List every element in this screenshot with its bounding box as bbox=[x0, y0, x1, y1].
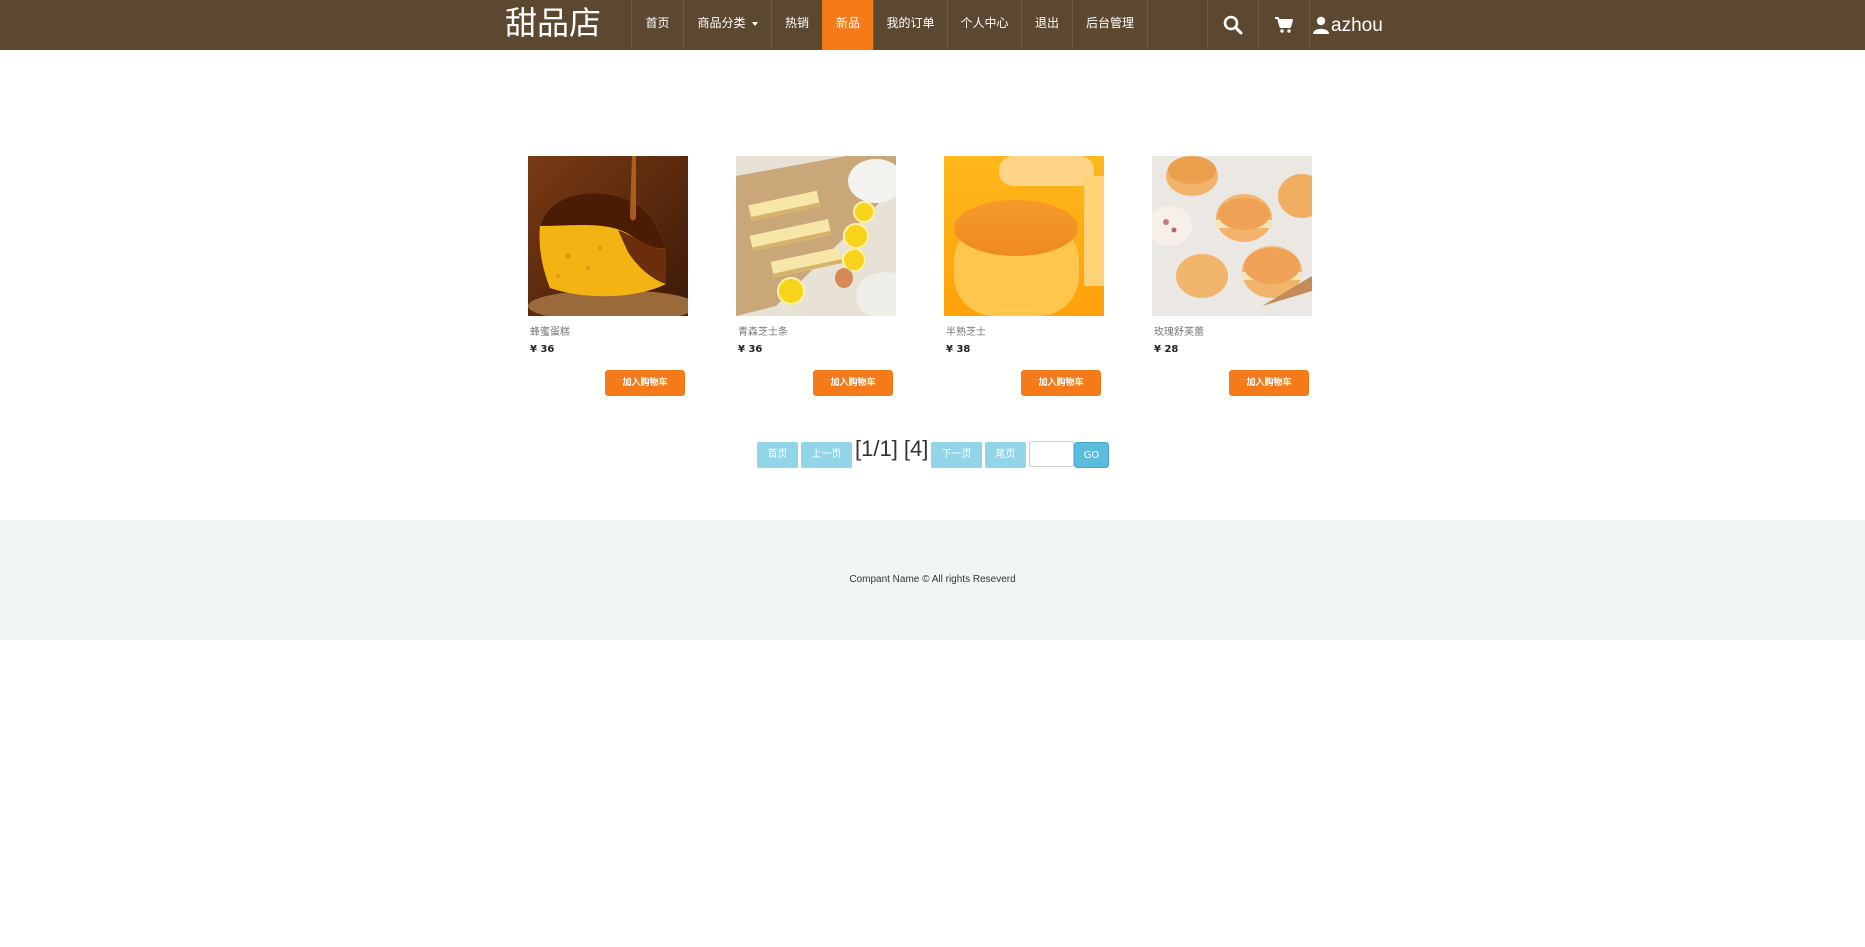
user-icon bbox=[1313, 16, 1329, 34]
nav-item-categories[interactable]: 商品分类 bbox=[683, 0, 771, 50]
product-name: 半熟芝士 bbox=[946, 327, 986, 338]
pager-last-button[interactable]: 尾页 bbox=[985, 442, 1026, 468]
product-price: ¥ 36 bbox=[738, 344, 763, 355]
nav-item-new[interactable]: 新品 bbox=[822, 0, 873, 50]
nav-item-hot[interactable]: 热销 bbox=[771, 0, 822, 50]
nav-item-orders[interactable]: 我的订单 bbox=[873, 0, 947, 50]
product-card: 半熟芝士 ¥ 38 加入购物车 bbox=[944, 156, 1104, 396]
footer-copyright: Compant Name © All rights Reseverd bbox=[849, 574, 1016, 585]
nav-item-logout[interactable]: 退出 bbox=[1021, 0, 1072, 50]
add-to-cart-button[interactable]: 加入购物车 bbox=[605, 370, 685, 396]
product-image-honey-cake[interactable] bbox=[528, 156, 688, 316]
nav-item-home[interactable]: 首页 bbox=[631, 0, 683, 50]
add-to-cart-button[interactable]: 加入购物车 bbox=[1021, 370, 1101, 396]
caret-down-icon bbox=[751, 21, 758, 26]
product-name: 玫瑰舒芙蕾 bbox=[1154, 327, 1204, 338]
product-price: ¥ 36 bbox=[530, 344, 555, 355]
product-name: 蜂蜜蛋糕 bbox=[530, 327, 570, 338]
product-card: 玫瑰舒芙蕾 ¥ 28 加入购物车 bbox=[1152, 156, 1312, 396]
pager-first-button[interactable]: 首页 bbox=[757, 442, 798, 468]
pager-next-button[interactable]: 下一页 bbox=[931, 442, 982, 468]
product-price: ¥ 38 bbox=[946, 344, 971, 355]
pager-info: [1/1] [4] bbox=[855, 436, 929, 461]
nav-item-categories-label: 商品分类 bbox=[697, 16, 746, 30]
product-price: ¥ 28 bbox=[1154, 344, 1179, 355]
cart-button[interactable] bbox=[1258, 0, 1309, 50]
brand-logo[interactable]: 甜品店 bbox=[505, 0, 601, 50]
product-image-cheese-bar[interactable] bbox=[736, 156, 896, 316]
product-name: 青森芝士条 bbox=[738, 327, 788, 338]
product-card: 蜂蜜蛋糕 ¥ 36 加入购物车 bbox=[528, 156, 688, 396]
nav-item-profile[interactable]: 个人中心 bbox=[947, 0, 1021, 50]
navbar: 甜品店 首页 商品分类 热销 新品 我的订单 个人中心 退出 后台管理 azho… bbox=[0, 0, 1865, 50]
add-to-cart-button[interactable]: 加入购物车 bbox=[1229, 370, 1309, 396]
nav-item-admin[interactable]: 后台管理 bbox=[1072, 0, 1148, 50]
pager-prev-button[interactable]: 上一页 bbox=[801, 442, 852, 468]
search-icon bbox=[1223, 15, 1243, 35]
search-button[interactable] bbox=[1207, 0, 1258, 50]
add-to-cart-button[interactable]: 加入购物车 bbox=[813, 370, 893, 396]
page-number-input[interactable] bbox=[1029, 441, 1074, 467]
product-image-half-cheese[interactable] bbox=[944, 156, 1104, 316]
cart-icon bbox=[1275, 17, 1293, 33]
product-image-rose-souffle[interactable] bbox=[1152, 156, 1312, 316]
user-menu[interactable]: azhou bbox=[1309, 0, 1383, 50]
page: 甜品店 首页 商品分类 热销 新品 我的订单 个人中心 退出 后台管理 azho… bbox=[0, 0, 1865, 947]
footer: Compant Name © All rights Reseverd bbox=[0, 520, 1865, 640]
go-button[interactable]: GO bbox=[1074, 442, 1109, 468]
user-name: azhou bbox=[1331, 15, 1383, 36]
product-card: 青森芝士条 ¥ 36 加入购物车 bbox=[736, 156, 896, 396]
